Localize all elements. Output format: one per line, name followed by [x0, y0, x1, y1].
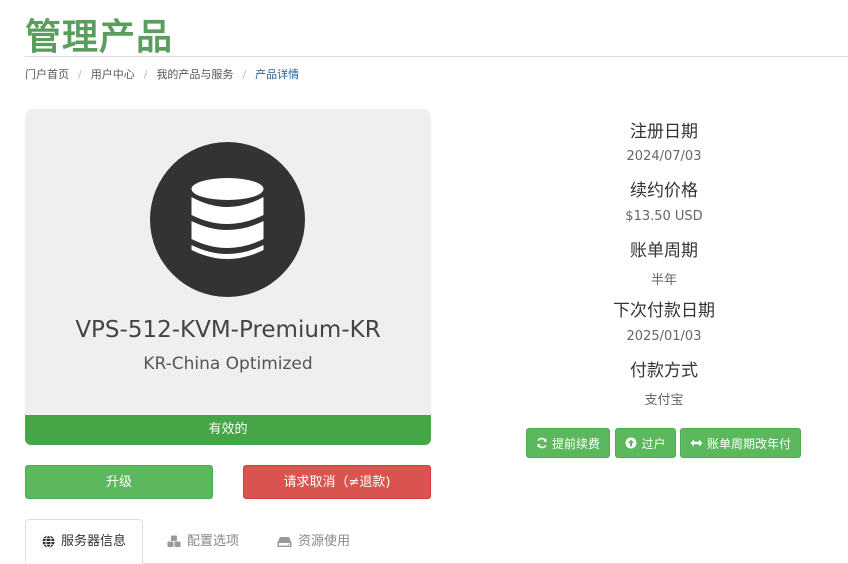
product-card: VPS-512-KVM-Premium-KR KR-China Optimize…	[25, 109, 431, 415]
transfer-button[interactable]: 过户	[615, 428, 676, 458]
detail-registration-date-value: 2024/07/03	[480, 149, 848, 164]
change-to-annual-button[interactable]: 账单周期改年付	[680, 428, 801, 458]
detail-payment-method-label: 付款方式	[480, 356, 848, 381]
detail-label: 账单周期	[630, 241, 698, 261]
detail-billing-cycle-value: 半年	[480, 269, 848, 288]
arrows-horizontal-icon	[690, 438, 703, 448]
tab-config-options[interactable]: 配置选项	[167, 519, 239, 564]
breadcrumb: 门户首页 / 用户中心 / 我的产品与服务 / 产品详情	[25, 66, 299, 82]
detail-renewal-price-label: 续约价格	[480, 176, 848, 201]
request-cancel-button[interactable]: 请求取消（≠退款)	[243, 465, 431, 499]
detail-payment-method-value: 支付宝	[480, 389, 848, 408]
database-icon	[150, 142, 305, 297]
detail-value: 支付宝	[644, 393, 684, 408]
page: 管理产品 门户首页 / 用户中心 / 我的产品与服务 / 产品详情 VPS-51…	[0, 0, 848, 564]
renew-early-button[interactable]: 提前续费	[526, 428, 610, 458]
renew-early-label: 提前续费	[551, 436, 600, 451]
detail-registration-date-label: 注册日期	[480, 117, 848, 142]
tab-label: 服务器信息	[61, 533, 127, 549]
detail-label: 付款方式	[630, 361, 698, 381]
detail-value: 半年	[650, 273, 677, 288]
detail-label: 下次付款日期	[613, 301, 715, 321]
detail-next-due-label: 下次付款日期	[480, 296, 848, 321]
detail-renewal-price-value: $13.50 USD	[480, 209, 848, 224]
tab-resource-usage[interactable]: 资源使用	[277, 519, 350, 564]
detail-label: 注册日期	[630, 122, 698, 142]
detail-billing-cycle-label: 账单周期	[480, 236, 848, 261]
breadcrumb-home[interactable]: 门户首页	[25, 66, 69, 82]
globe-icon	[42, 535, 55, 548]
breadcrumb-my-services[interactable]: 我的产品与服务	[156, 66, 233, 82]
detail-next-due-value: 2025/01/03	[480, 329, 848, 344]
arrow-up-circle-icon	[625, 437, 637, 449]
breadcrumb-user-center[interactable]: 用户中心	[91, 66, 135, 82]
transfer-label: 过户	[641, 436, 666, 451]
tab-label: 资源使用	[298, 533, 351, 549]
page-title: 管理产品	[25, 17, 174, 58]
hdd-icon	[277, 536, 292, 548]
tab-label: 配置选项	[187, 533, 240, 549]
breadcrumb-current: 产品详情	[255, 68, 300, 81]
detail-value: 2025/01/03	[626, 329, 702, 344]
breadcrumb-separator: /	[78, 67, 82, 81]
detail-label: 续约价格	[630, 181, 698, 201]
detail-value: $13.50 USD	[625, 209, 703, 224]
status-badge: 有效的	[25, 415, 431, 445]
refresh-icon	[536, 437, 548, 449]
product-group: KR-China Optimized	[143, 354, 313, 374]
title-divider	[25, 56, 848, 57]
tab-bar: 服务器信息 配置选项 资源使用	[25, 519, 848, 564]
change-to-annual-label: 账单周期改年付	[706, 436, 791, 451]
breadcrumb-separator: /	[242, 67, 247, 81]
cubes-icon	[167, 535, 181, 548]
database-icon-glyph	[191, 178, 264, 259]
tab-server-info[interactable]: 服务器信息	[25, 519, 144, 564]
breadcrumb-separator: /	[143, 67, 148, 81]
detail-value: 2024/07/03	[626, 149, 702, 164]
upgrade-button[interactable]: 升级	[25, 465, 213, 499]
product-name: VPS-512-KVM-Premium-KR	[75, 317, 381, 343]
